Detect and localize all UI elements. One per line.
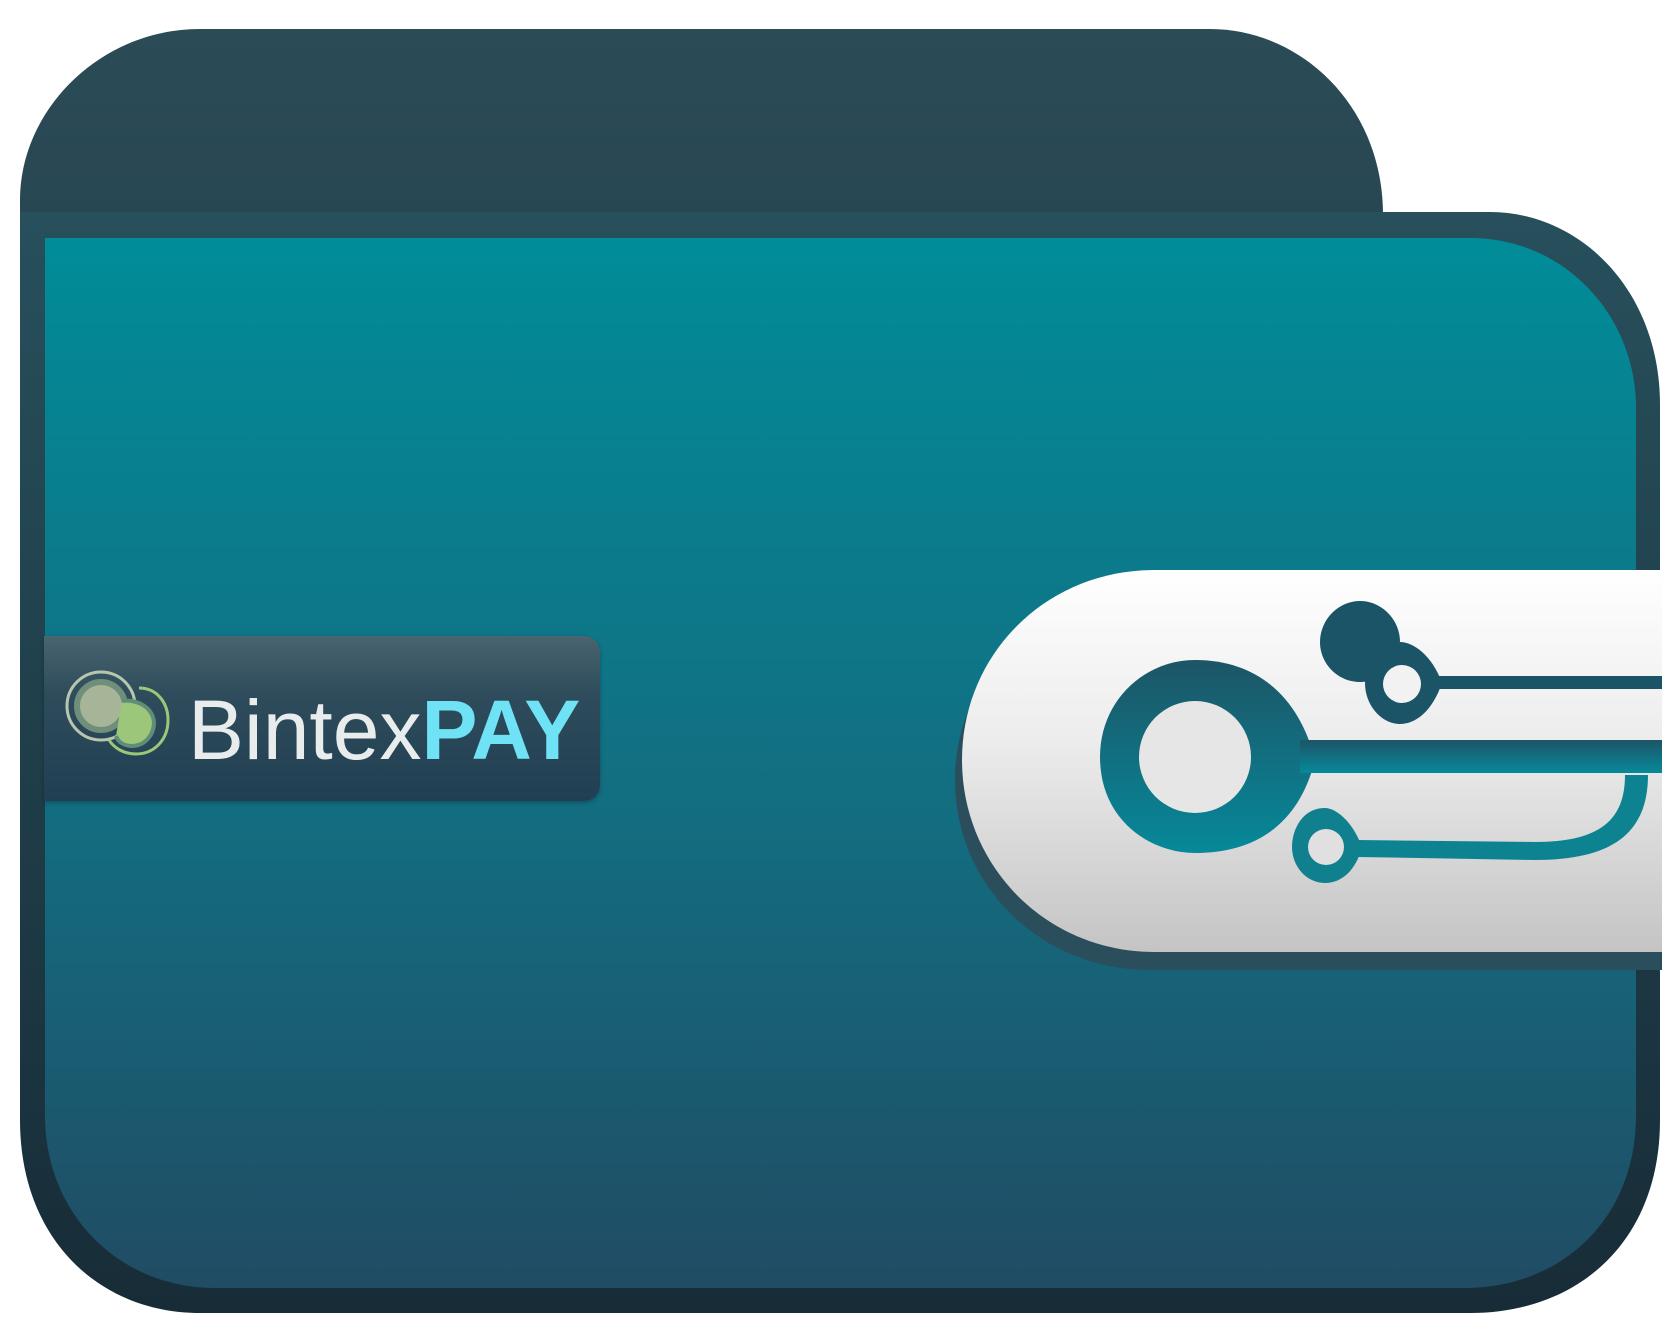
brand-name-part2: PAY bbox=[421, 683, 581, 777]
wallet-illustration: BintexPAY bbox=[0, 0, 1680, 1333]
bintex-logo-icon bbox=[65, 670, 170, 756]
wallet-back-flap bbox=[20, 29, 1383, 215]
brand-name-part1: Bintex bbox=[188, 683, 422, 777]
brand-name: BintexPAY bbox=[188, 680, 580, 780]
